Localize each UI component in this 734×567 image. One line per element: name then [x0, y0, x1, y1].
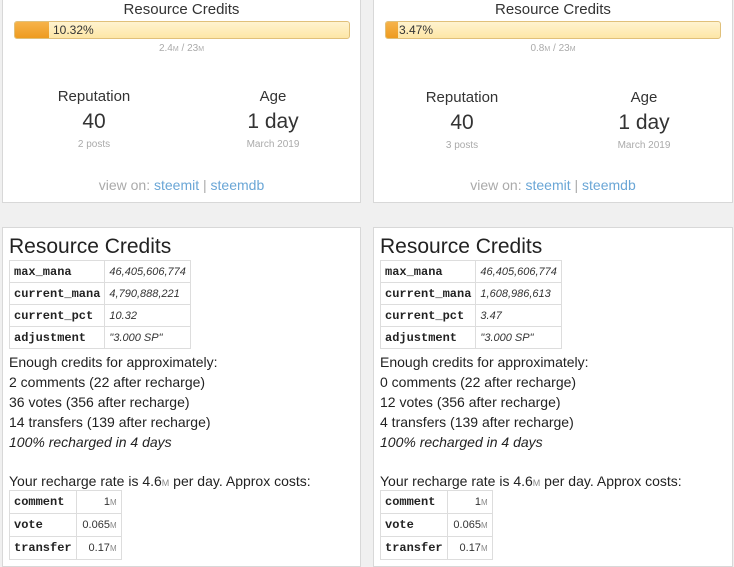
account-summary-card-1: Resource Credits 10.32% 2.4M / 23M Reput…	[2, 0, 361, 203]
rc-title: Resource Credits	[495, 1, 611, 18]
age-stat: Age 1 day March 2019	[203, 88, 343, 150]
costs-table: comment 1M vote 0.065M transfer 0.17M	[9, 490, 122, 560]
steemdb-link[interactable]: steemdb	[211, 177, 265, 193]
reputation-stat: Reputation 40 3 posts	[392, 89, 532, 151]
enough-label: Enough credits for approximately:	[9, 354, 218, 370]
account-summary-card-2: Resource Credits 3.47% 0.8M / 23M Reputa…	[373, 0, 733, 203]
rc-percent-label: 10.32%	[53, 23, 94, 37]
table-row: current_mana 1,608,986,613	[379, 282, 562, 305]
table-row: comment 1M	[380, 490, 493, 514]
table-row: max_mana 46,405,606,774	[379, 260, 562, 283]
steemit-link[interactable]: steemit	[526, 177, 571, 193]
credit-estimates: Enough credits for approximately: 0 comm…	[380, 352, 589, 452]
rc-progress-bar: 10.32%	[14, 21, 350, 39]
table-row: max_mana 46,405,606,774	[8, 260, 191, 283]
resource-credits-card-2: Resource Credits max_mana 46,405,606,774 …	[373, 227, 733, 567]
steemdb-link[interactable]: steemdb	[582, 177, 636, 193]
steemit-link[interactable]: steemit	[154, 177, 199, 193]
posts-count: 3 posts	[445, 140, 479, 151]
reputation-label: Reputation	[425, 89, 499, 106]
table-row: transfer 0.17M	[9, 536, 122, 560]
credit-estimates: Enough credits for approximately: 2 comm…	[9, 352, 218, 452]
recharge-rate: Your recharge rate is 4.6M per day. Appr…	[380, 473, 682, 489]
votes-estimate: 12 votes (356 after recharge)	[380, 394, 561, 410]
posts-count: 2 posts	[77, 139, 111, 150]
age-label: Age	[259, 88, 287, 105]
rc-progress-bar: 3.47%	[385, 21, 721, 39]
resource-credits-card-1: Resource Credits max_mana 46,405,606,774 …	[2, 227, 361, 567]
votes-estimate: 36 votes (356 after recharge)	[9, 394, 190, 410]
age-date: March 2019	[246, 139, 300, 150]
table-row: comment 1M	[9, 490, 122, 514]
reputation-label: Reputation	[57, 88, 131, 105]
recharge-time: 100% recharged in 4 days	[9, 434, 172, 450]
table-row: adjustment "3.000 SP"	[379, 326, 562, 349]
costs-table: comment 1M vote 0.065M transfer 0.17M	[380, 490, 493, 560]
enough-label: Enough credits for approximately:	[380, 354, 589, 370]
comments-estimate: 0 comments (22 after recharge)	[380, 374, 577, 390]
table-row: current_pct 10.32	[8, 304, 191, 327]
recharge-rate: Your recharge rate is 4.6M per day. Appr…	[9, 473, 311, 489]
rc-title: Resource Credits	[123, 1, 240, 18]
table-row: transfer 0.17M	[380, 536, 493, 560]
resource-heading: Resource Credits	[9, 235, 172, 258]
table-row: adjustment "3.000 SP"	[8, 326, 191, 349]
transfers-estimate: 4 transfers (139 after recharge)	[380, 414, 574, 430]
table-row: current_mana 4,790,888,221	[8, 282, 191, 305]
view-on: view on: steemit | steemdb	[470, 177, 636, 193]
table-row: current_pct 3.47	[379, 304, 562, 327]
age-value: 1 day	[247, 110, 299, 133]
age-date: March 2019	[617, 140, 671, 151]
table-row: vote 0.065M	[380, 513, 493, 537]
transfers-estimate: 14 transfers (139 after recharge)	[9, 414, 211, 430]
resource-heading: Resource Credits	[380, 235, 543, 258]
age-value: 1 day	[618, 111, 670, 134]
reputation-stat: Reputation 40 2 posts	[24, 88, 164, 150]
age-stat: Age 1 day March 2019	[574, 89, 714, 151]
view-on: view on: steemit | steemdb	[98, 177, 265, 193]
rc-percent-label: 3.47%	[399, 23, 434, 37]
rc-amount: 2.4M / 23M	[158, 43, 205, 54]
rc-progress-fill	[386, 22, 398, 38]
rc-details-table: max_mana 46,405,606,774 current_mana 1,608…	[379, 260, 562, 349]
table-row: vote 0.065M	[9, 513, 122, 537]
reputation-value: 40	[450, 111, 474, 134]
comments-estimate: 2 comments (22 after recharge)	[9, 374, 206, 390]
rc-amount: 0.8M / 23M	[530, 43, 576, 54]
rc-progress-fill	[15, 22, 50, 38]
reputation-value: 40	[82, 110, 106, 133]
rc-details-table: max_mana 46,405,606,774 current_mana 4,790…	[8, 260, 191, 349]
recharge-time: 100% recharged in 4 days	[380, 434, 543, 450]
age-label: Age	[630, 89, 658, 106]
